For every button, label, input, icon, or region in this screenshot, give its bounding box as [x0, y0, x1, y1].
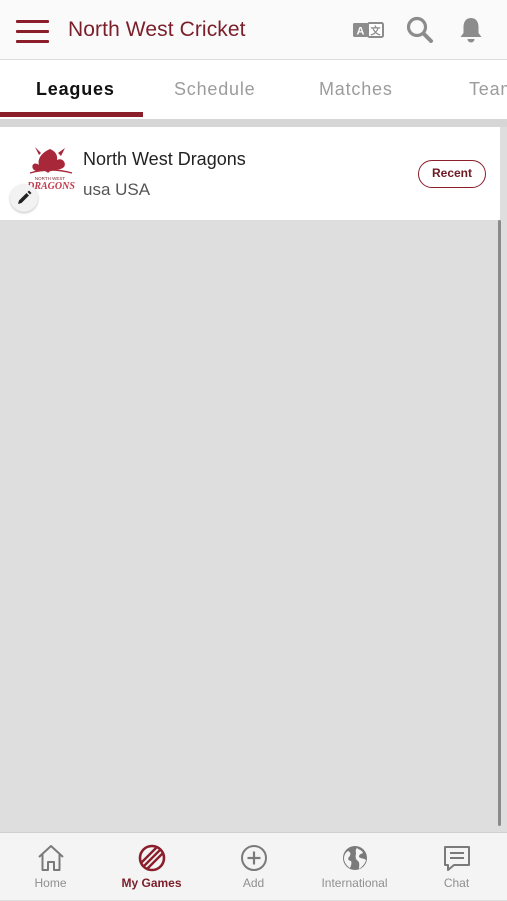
recent-button[interactable]: Recent: [418, 160, 486, 188]
chat-icon: [441, 842, 473, 874]
plus-circle-icon: [238, 842, 270, 874]
bell-icon[interactable]: [455, 14, 487, 46]
app-bar: North West Cricket A 文: [0, 0, 507, 60]
nav-chat[interactable]: Chat: [406, 833, 507, 901]
tab-bar: Leagues Schedule Matches Teams: [0, 60, 507, 119]
nav-my-games[interactable]: My Games: [101, 833, 202, 901]
tab-indicator: [0, 112, 143, 117]
tab-schedule[interactable]: Schedule: [174, 60, 255, 119]
nav-international[interactable]: International: [304, 833, 405, 901]
translate-glyph-b: 文: [371, 25, 382, 38]
nav-chat-label: Chat: [443, 876, 470, 890]
search-icon[interactable]: [404, 14, 436, 46]
bottom-nav: Home My Games Add International Chat: [0, 832, 507, 900]
home-icon: [35, 842, 67, 874]
nav-home[interactable]: Home: [0, 833, 101, 901]
translate-glyph-a: A: [357, 26, 365, 38]
globe-icon: [339, 842, 371, 874]
nav-home-label: Home: [34, 876, 67, 890]
translate-icon[interactable]: A 文: [352, 14, 384, 46]
tab-teams[interactable]: Teams: [469, 60, 507, 119]
nav-add[interactable]: Add: [203, 833, 304, 901]
nav-my-games-label: My Games: [121, 876, 182, 890]
league-country: usa USA: [83, 180, 151, 199]
scrollbar[interactable]: [498, 220, 501, 826]
tab-divider: [0, 119, 507, 127]
league-list-item[interactable]: NORTH WEST DRAGONS North West Dragons us…: [0, 127, 500, 220]
app-title: North West Cricket: [68, 18, 246, 41]
menu-icon[interactable]: [16, 18, 50, 44]
cricket-ball-icon: [136, 842, 168, 874]
edit-pencil-icon[interactable]: [10, 184, 38, 212]
tab-matches[interactable]: Matches: [319, 60, 393, 119]
tab-leagues[interactable]: Leagues: [36, 60, 115, 119]
league-name: North West Dragons: [83, 149, 246, 169]
nav-add-label: Add: [242, 876, 265, 890]
nav-international-label: International: [321, 876, 388, 890]
